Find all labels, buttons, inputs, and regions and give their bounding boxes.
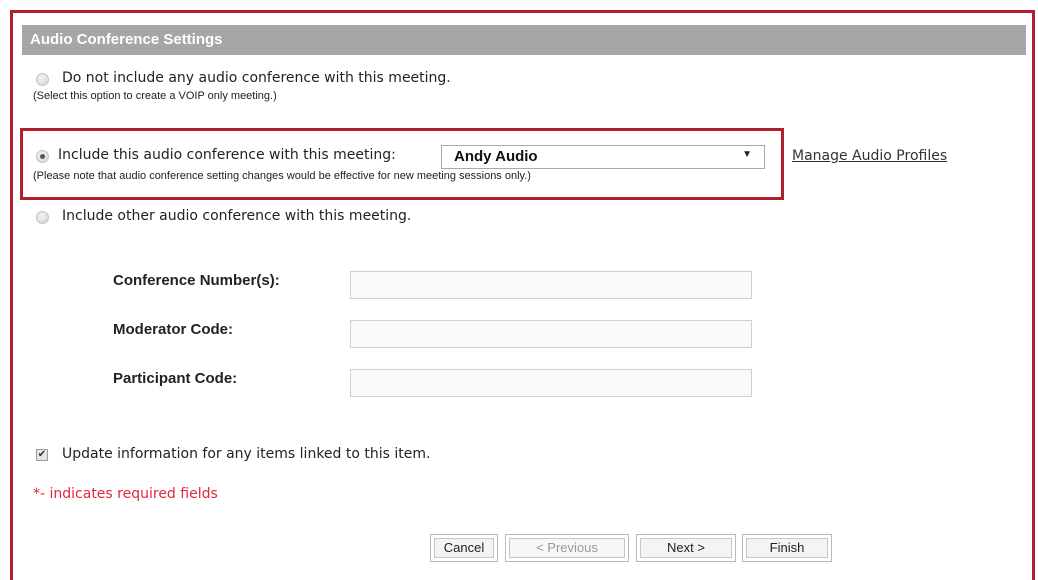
required-fields-note: *- indicates required fields bbox=[33, 486, 218, 502]
include-other-radio[interactable] bbox=[36, 211, 49, 224]
conference-number-label: Conference Number(s): bbox=[113, 272, 280, 289]
include-profile-label: Include this audio conference with this … bbox=[58, 147, 396, 163]
include-other-label: Include other audio conference with this… bbox=[62, 208, 412, 224]
participant-code-label: Participant Code: bbox=[113, 370, 238, 387]
cancel-button[interactable]: Cancel bbox=[430, 534, 498, 562]
update-linked-checkbox[interactable]: ✔ bbox=[36, 449, 48, 461]
section-header: Audio Conference Settings bbox=[22, 25, 1026, 55]
audio-profile-select[interactable]: Andy Audio ▼ bbox=[441, 145, 765, 169]
moderator-code-label: Moderator Code: bbox=[113, 321, 233, 338]
participant-code-input[interactable] bbox=[350, 369, 752, 397]
manage-audio-profiles-link[interactable]: Manage Audio Profiles bbox=[792, 148, 947, 164]
no-audio-label: Do not include any audio conference with… bbox=[62, 70, 451, 86]
audio-profile-value: Andy Audio bbox=[454, 148, 538, 165]
update-linked-label: Update information for any items linked … bbox=[62, 446, 431, 462]
finish-button[interactable]: Finish bbox=[742, 534, 832, 562]
include-profile-radio[interactable] bbox=[36, 150, 49, 163]
chevron-down-icon: ▼ bbox=[742, 149, 752, 160]
previous-button[interactable]: < Previous bbox=[505, 534, 629, 562]
moderator-code-input[interactable] bbox=[350, 320, 752, 348]
next-button[interactable]: Next > bbox=[636, 534, 736, 562]
no-audio-hint: (Select this option to create a VOIP onl… bbox=[33, 90, 277, 102]
no-audio-radio[interactable] bbox=[36, 73, 49, 86]
conference-number-input[interactable] bbox=[350, 271, 752, 299]
include-profile-hint: (Please note that audio conference setti… bbox=[33, 170, 531, 182]
